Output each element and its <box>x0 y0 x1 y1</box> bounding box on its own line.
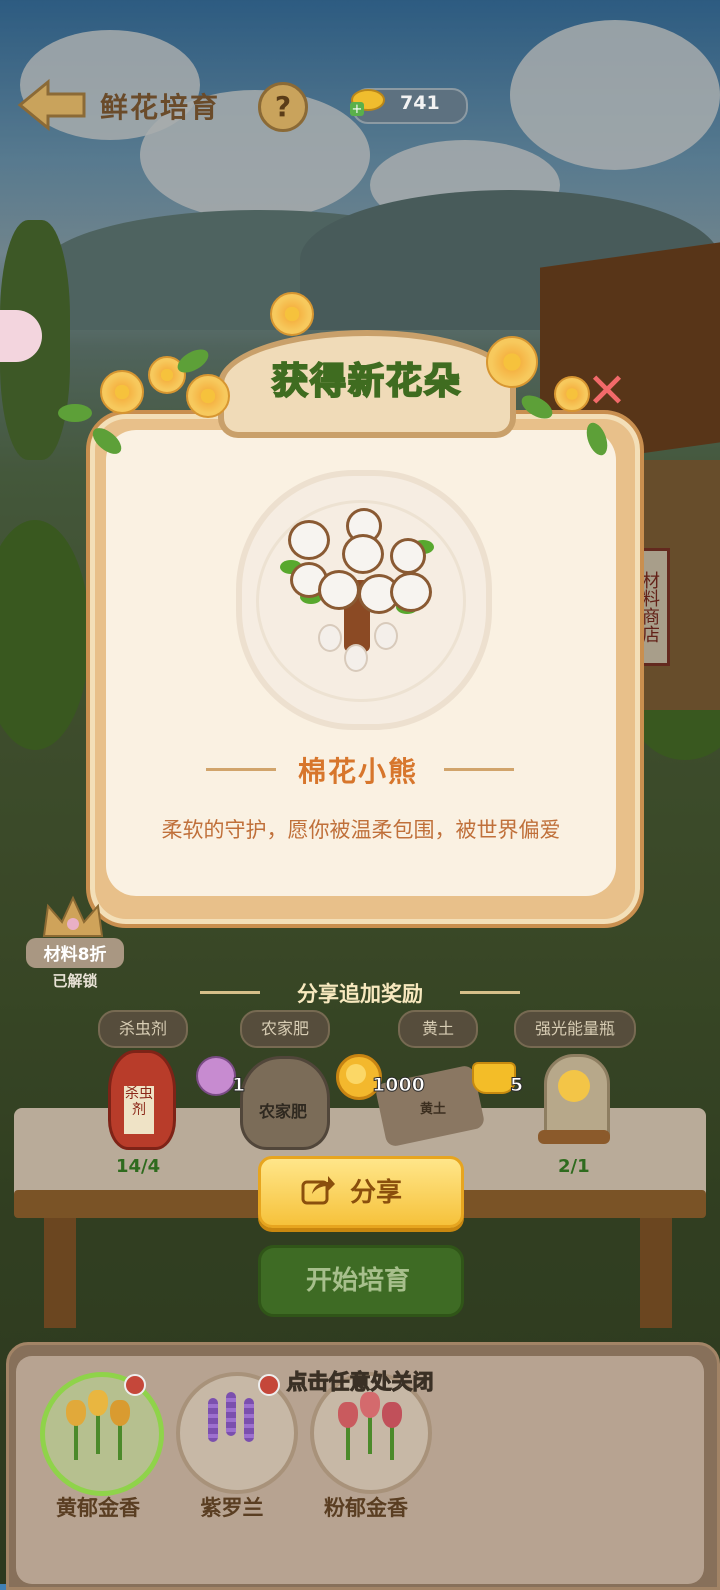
violet-icon <box>208 1398 218 1442</box>
yellow-tulip-icon <box>66 1400 86 1426</box>
leaf-icon <box>58 404 92 422</box>
violet-icon <box>226 1392 236 1436</box>
light-bottle-base <box>538 1130 610 1144</box>
fertilizer-label: 农家肥 <box>258 1102 307 1121</box>
table-leg <box>640 1218 672 1328</box>
small-bear-icon <box>374 622 398 650</box>
small-bear-icon <box>318 624 342 652</box>
pesticide-count: 14/4 <box>116 1156 161 1177</box>
start-button-label[interactable]: 开始培育 <box>258 1260 458 1297</box>
decor-flower-icon <box>270 292 314 336</box>
flower-slot-label: 黄郁金香 <box>56 1496 140 1520</box>
flower-name: 棉花小熊 <box>297 755 418 788</box>
currency-value: 741 <box>400 92 440 114</box>
share-bonus-title: 分享追加奖励 <box>297 982 423 1006</box>
yellow-tulip-icon <box>110 1400 130 1426</box>
material-tag-soil: 黄土 <box>398 1010 478 1048</box>
modal-title: 获得新花朵 <box>271 360 462 403</box>
yellow-tulip-icon <box>88 1390 108 1416</box>
decor-flower-icon <box>100 370 144 414</box>
back-arrow-icon[interactable] <box>16 78 88 132</box>
decor-flower-icon <box>186 374 230 418</box>
svg-text:+: + <box>352 102 363 116</box>
stem <box>118 1420 122 1460</box>
decor-flower-icon <box>486 336 538 388</box>
share-icon[interactable] <box>300 1172 336 1206</box>
cotton-bear-icon <box>342 534 384 574</box>
close-icon[interactable]: ✕ <box>584 367 630 415</box>
material-tag-pesticide: 杀虫剂 <box>98 1010 188 1048</box>
cotton-bear-icon <box>288 520 330 560</box>
light-bottle-count: 2/1 <box>558 1156 590 1177</box>
soil-label: 黄土 <box>420 1102 447 1117</box>
gold-ingot-plus-icon[interactable]: + <box>346 86 386 116</box>
material-tag-fertilizer: 农家肥 <box>240 1010 330 1048</box>
sun-icon <box>558 1070 590 1102</box>
pink-tulip-icon <box>338 1402 358 1428</box>
coin-reward: 1000 <box>372 1074 426 1097</box>
flower-slot-label: 紫罗兰 <box>200 1496 264 1520</box>
share-button-label[interactable]: 分享 <box>350 1172 402 1209</box>
small-bear-icon <box>344 644 368 672</box>
cotton-bear-icon <box>318 570 360 610</box>
notification-dot <box>124 1374 146 1396</box>
flower-gem-icon <box>196 1056 236 1096</box>
crown-icon <box>42 895 104 937</box>
discount-label: 材料8折 <box>43 945 107 965</box>
gem-reward: 1 <box>231 1074 246 1097</box>
discount-status: 已解锁 <box>52 972 98 990</box>
stem <box>74 1420 78 1460</box>
pesticide-label: 杀虫剂 <box>124 1086 154 1134</box>
page-title: 鲜花培育 <box>100 91 221 124</box>
cotton-bear-icon <box>390 538 426 574</box>
table-leg <box>44 1218 76 1328</box>
cotton-bear-icon <box>390 572 432 612</box>
material-tag-light-bottle: 强光能量瓶 <box>514 1010 636 1048</box>
coin-center <box>346 1064 366 1084</box>
help-button[interactable]: ? <box>258 82 308 132</box>
flower-description: 柔软的守护，愿你被温柔包围，被世界偏爱 <box>161 818 561 842</box>
close-hint[interactable]: 点击任意处关闭 <box>200 1366 520 1396</box>
violet-icon <box>244 1398 254 1442</box>
flower-slot-label: 粉郁金香 <box>324 1496 408 1520</box>
stem <box>368 1414 372 1454</box>
stem <box>96 1414 100 1454</box>
ingot-reward: 5 <box>509 1074 524 1097</box>
pink-tulip-icon <box>382 1402 402 1428</box>
